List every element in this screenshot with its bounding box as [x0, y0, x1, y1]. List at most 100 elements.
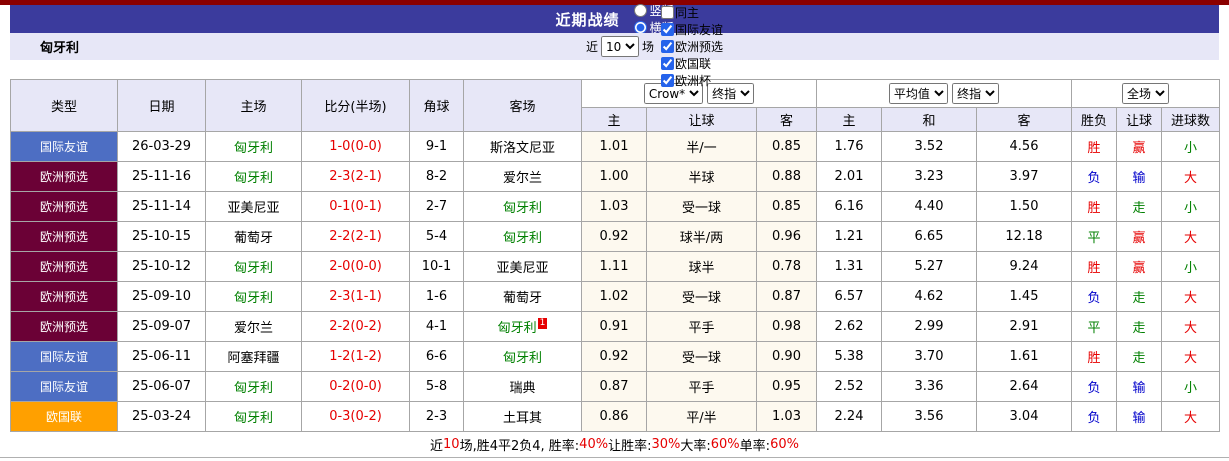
avg-draw: 4.62 — [881, 281, 977, 312]
avg-away: 2.64 — [976, 371, 1072, 402]
avg-home: 2.62 — [816, 311, 882, 342]
avg-draw: 4.40 — [881, 191, 977, 222]
score: 2-2(2-1) — [301, 221, 410, 252]
result-outcome: 负 — [1071, 281, 1117, 312]
home-team: 匈牙利 — [205, 371, 302, 402]
match-row: 欧洲预选 25-11-14 亚美尼亚 0-1(0-1) 2-7 匈牙利 1.03 受一球 0.8… — [10, 191, 1220, 222]
odds-away: 0.78 — [756, 251, 817, 282]
score: 2-3(2-1) — [301, 161, 410, 192]
filter-controls: 近 10 场 同主 国际友谊 欧洲预选 欧国联 欧洲杯 — [506, 4, 723, 89]
odds-away: 0.88 — [756, 161, 817, 192]
result-goals: 大 — [1161, 281, 1220, 312]
away-team: 匈牙利 — [463, 341, 582, 372]
filter-option[interactable]: 欧洲杯 — [661, 72, 723, 89]
filter-option[interactable]: 欧洲预选 — [661, 38, 723, 55]
match-date: 25-10-12 — [117, 251, 206, 282]
odds-handicap: 平手 — [646, 371, 757, 402]
col-header-date: 日期 — [117, 79, 206, 132]
summary-segment: 30% — [651, 437, 681, 452]
sub-header-odds-handicap: 让球 — [646, 107, 757, 132]
result-goals: 小 — [1161, 251, 1220, 282]
filter-checkbox[interactable] — [661, 23, 674, 36]
odds-home: 1.02 — [581, 281, 647, 312]
result-outcome: 胜 — [1071, 341, 1117, 372]
result-handicap: 走 — [1116, 311, 1162, 342]
result-goals: 大 — [1161, 311, 1220, 342]
avg-draw: 6.65 — [881, 221, 977, 252]
odds-away: 0.95 — [756, 371, 817, 402]
odds-handicap: 受一球 — [646, 341, 757, 372]
filter-checkbox-label: 欧洲杯 — [675, 74, 712, 88]
match-type-badge: 国际友谊 — [10, 341, 118, 372]
filter-checkbox-label: 国际友谊 — [675, 23, 724, 37]
filter-option[interactable]: 欧国联 — [661, 55, 723, 72]
result-handicap: 输 — [1116, 371, 1162, 402]
corner-score: 6-6 — [409, 341, 464, 372]
col-header-home: 主场 — [205, 79, 302, 132]
result-handicap: 走 — [1116, 281, 1162, 312]
corner-score: 5-4 — [409, 221, 464, 252]
avg-home: 1.31 — [816, 251, 882, 282]
filter-checkbox-label: 欧洲预选 — [675, 40, 724, 54]
summary-segment: 40% — [579, 437, 609, 452]
summary-segment: 场,胜4平2负4, 胜率: — [459, 439, 580, 454]
col-header-corner: 角球 — [409, 79, 464, 132]
result-goals: 小 — [1161, 371, 1220, 402]
result-handicap: 走 — [1116, 341, 1162, 372]
home-team: 匈牙利 — [205, 401, 302, 432]
score: 2-3(1-1) — [301, 281, 410, 312]
result-goals: 小 — [1161, 131, 1220, 162]
odds-handicap: 半/一 — [646, 131, 757, 162]
odds-home: 1.03 — [581, 191, 647, 222]
average-stage-select[interactable]: 终指 — [952, 83, 1000, 104]
result-goals: 大 — [1161, 401, 1220, 432]
match-type-badge: 国际友谊 — [10, 371, 118, 402]
odds-home: 0.92 — [581, 221, 647, 252]
result-outcome: 负 — [1071, 401, 1117, 432]
summary-segment: 让胜率: — [608, 439, 652, 454]
odds-away: 0.87 — [756, 281, 817, 312]
filter-checkbox[interactable] — [661, 6, 674, 19]
avg-home: 1.21 — [816, 221, 882, 252]
odds-home: 0.87 — [581, 371, 647, 402]
col-header-type: 类型 — [10, 79, 118, 132]
match-rows: 国际友谊 26-03-29 匈牙利 1-0(0-0) 9-1 斯洛文尼亚 1.01 半/一 0.… — [10, 131, 1220, 432]
filter-checkbox-label: 欧国联 — [675, 57, 712, 71]
home-team: 匈牙利 — [205, 161, 302, 192]
corner-score: 1-6 — [409, 281, 464, 312]
result-scope-group-header: 全场 — [1071, 79, 1220, 108]
home-team: 匈牙利 — [205, 131, 302, 162]
result-goals: 小 — [1161, 191, 1220, 222]
match-row: 欧洲预选 25-10-15 葡萄牙 2-2(2-1) 5-4 匈牙利 0.92 球半/两 0.9… — [10, 221, 1220, 252]
sub-header-avg-home: 主 — [816, 107, 882, 132]
filter-checkbox[interactable] — [661, 57, 674, 70]
score: 0-1(0-1) — [301, 191, 410, 222]
result-goals: 大 — [1161, 221, 1220, 252]
home-team: 葡萄牙 — [205, 221, 302, 252]
odds-away: 0.90 — [756, 341, 817, 372]
result-handicap: 赢 — [1116, 221, 1162, 252]
corner-score: 4-1 — [409, 311, 464, 342]
match-row: 国际友谊 25-06-11 阿塞拜疆 1-2(1-2) 6-6 匈牙利 0.92 受一球 0.9… — [10, 341, 1220, 372]
score: 1-0(0-0) — [301, 131, 410, 162]
odds-handicap: 平/半 — [646, 401, 757, 432]
result-handicap: 输 — [1116, 401, 1162, 432]
match-date: 25-06-07 — [117, 371, 206, 402]
summary-segment: 60% — [710, 437, 740, 452]
scope-select[interactable]: 全场 — [1122, 83, 1169, 104]
average-source-select[interactable]: 平均值 — [888, 83, 948, 104]
result-outcome: 负 — [1071, 371, 1117, 402]
corner-score: 5-8 — [409, 371, 464, 402]
odds-home: 0.91 — [581, 311, 647, 342]
corner-score: 8-2 — [409, 161, 464, 192]
filter-option[interactable]: 同主 — [661, 4, 723, 21]
match-row: 欧洲预选 25-09-10 匈牙利 2-3(1-1) 1-6 葡萄牙 1.02 受一球 0.87… — [10, 281, 1220, 312]
filter-option[interactable]: 国际友谊 — [661, 21, 723, 38]
away-team: 土耳其 — [463, 401, 582, 432]
filter-checkbox[interactable] — [661, 40, 674, 53]
recent-results-table: 类型 日期 主场 比分(半场) 角球 客场 Crow* 终指 平均值 终指 全场… — [10, 79, 1220, 432]
match-count-select[interactable]: 10 — [600, 36, 639, 57]
filter-checkbox[interactable] — [661, 74, 674, 87]
odds-away: 0.96 — [756, 221, 817, 252]
odds-handicap: 球半/两 — [646, 221, 757, 252]
